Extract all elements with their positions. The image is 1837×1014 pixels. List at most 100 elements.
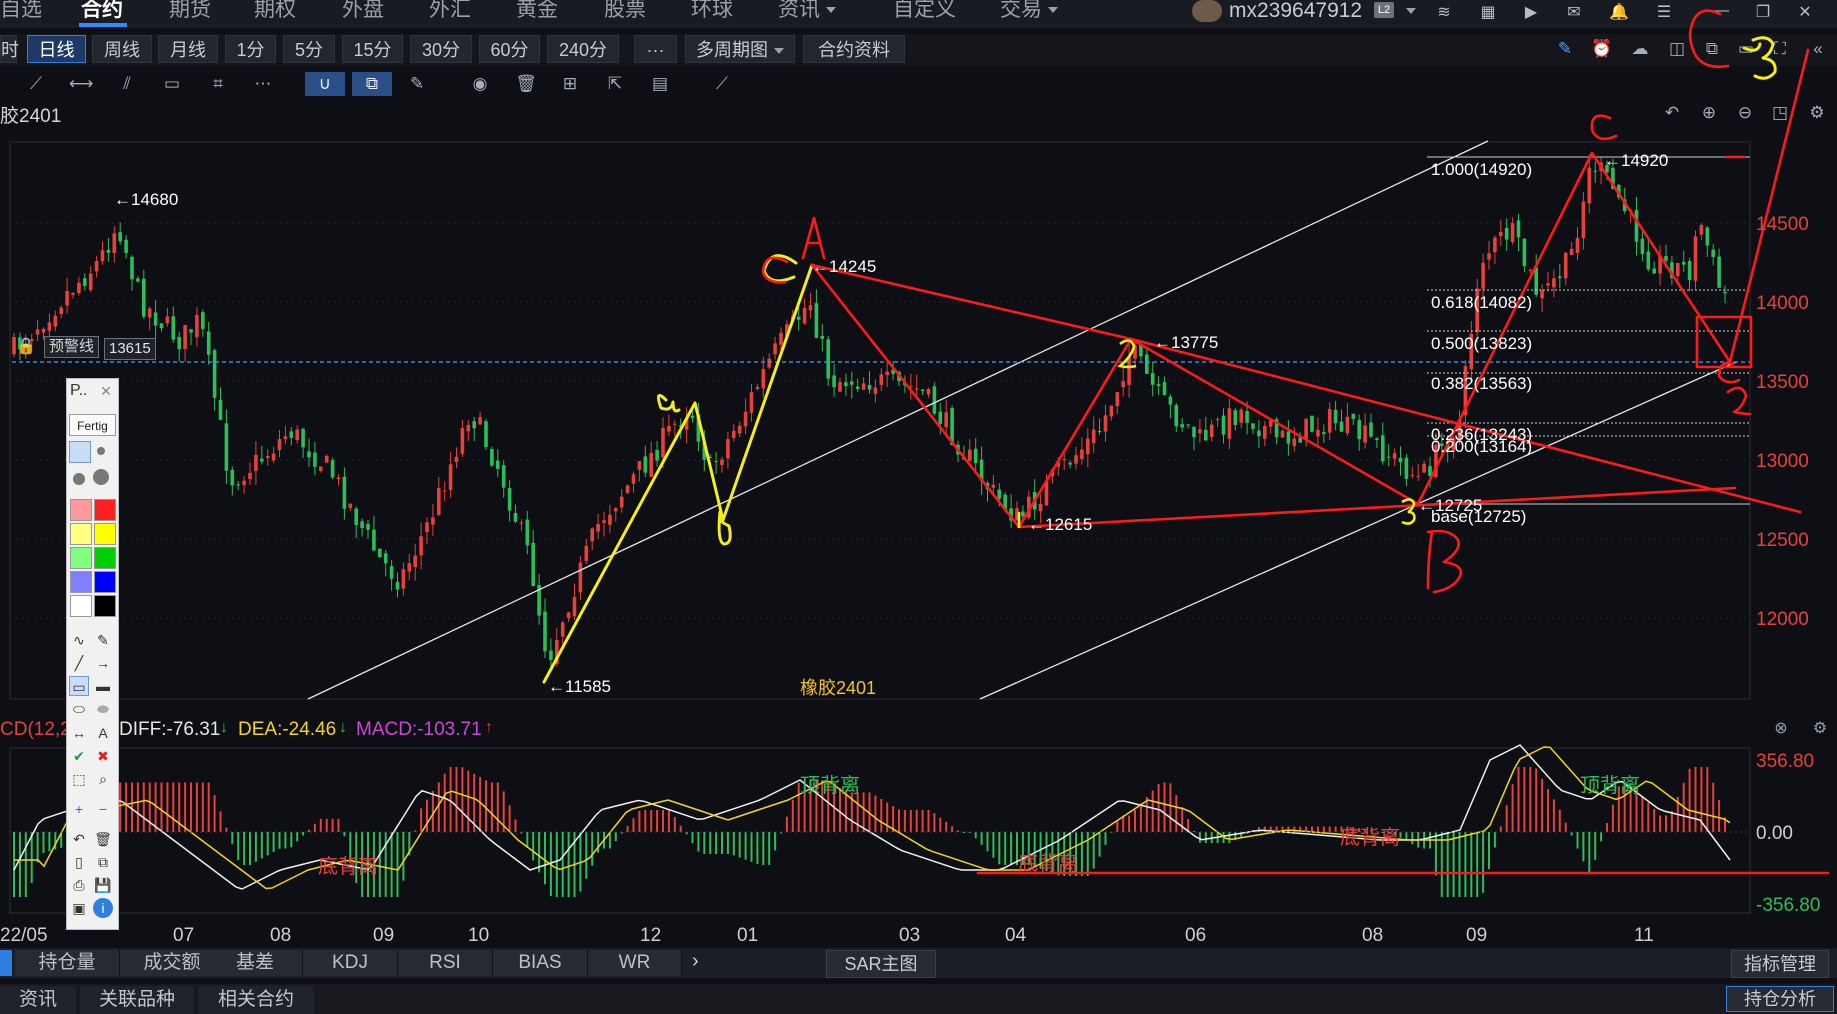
macd-bar — [266, 832, 269, 856]
price-tick-label: 14500 — [1756, 214, 1809, 235]
macd-bar — [909, 810, 912, 832]
macd-bar — [508, 805, 511, 832]
macd-bar — [390, 832, 393, 897]
candle-body — [519, 522, 524, 524]
yellow-wave-drawing[interactable] — [542, 36, 1777, 684]
macd-bar — [1552, 799, 1555, 832]
candle-body — [354, 508, 358, 526]
candle-body — [1363, 425, 1367, 443]
tab-macd[interactable] — [0, 950, 13, 976]
date-tick-label: 07 — [173, 925, 194, 946]
double-arrow-icon[interactable]: ↔ — [69, 723, 89, 743]
candle-body — [850, 381, 854, 385]
candle-body — [1575, 237, 1580, 253]
candle-body — [1481, 262, 1485, 289]
date-tick-label: 22/05 — [0, 925, 48, 946]
close-icon[interactable]: ✕ — [97, 383, 115, 401]
tab-open-interest[interactable]: 持仓量 — [15, 950, 120, 976]
tab-news[interactable]: 资讯 — [0, 986, 76, 1014]
pen-color-swatch[interactable] — [70, 595, 92, 617]
text-icon[interactable]: A — [93, 723, 113, 743]
position-analysis-button[interactable]: 持仓分析 — [1726, 986, 1834, 1012]
plus-icon[interactable]: + — [69, 799, 89, 819]
arrow-right-icon[interactable]: → — [93, 653, 113, 673]
tab-kdj[interactable]: KDJ — [303, 950, 398, 976]
macd-bar — [396, 832, 399, 897]
save-icon[interactable]: 💾 — [93, 875, 113, 895]
undo-icon[interactable]: ↶ — [69, 829, 89, 849]
candle-body — [348, 503, 353, 508]
pen-size-medium[interactable] — [97, 447, 105, 455]
info-icon[interactable]: i — [93, 898, 113, 918]
print-icon[interactable]: ⎙ — [69, 875, 89, 895]
ellipse-icon[interactable]: ⬭ — [69, 699, 89, 719]
candle-body — [189, 329, 193, 333]
candle-body — [1209, 424, 1214, 437]
macd-bar — [561, 832, 564, 897]
alert-line-label[interactable]: 预警线 — [44, 336, 100, 358]
indicator-settings-icon[interactable]: ⚙ — [1810, 718, 1830, 738]
candle-body — [466, 425, 471, 432]
candle-body — [761, 369, 766, 389]
copy-icon[interactable]: ⧉ — [93, 852, 113, 872]
new-page-icon[interactable]: ▯ — [69, 852, 89, 872]
candle-body — [236, 484, 240, 486]
pen-color-swatch[interactable] — [94, 499, 116, 521]
pen-size-small[interactable] — [69, 441, 91, 463]
pen-color-swatch[interactable] — [94, 571, 116, 593]
pen-tool-panel[interactable]: P.. ✕ Fertig ∿ ✎ ╱ → ▭ ▬ ⬭ ⬬ ↔ A ✔ ✖ ⬚ ⌕… — [66, 378, 119, 930]
candle-body — [1558, 276, 1562, 279]
macd-bar — [331, 818, 334, 832]
pen-color-swatch[interactable] — [70, 571, 92, 593]
candle-body — [1404, 457, 1409, 479]
close-indicator-icon[interactable]: ⊗ — [1771, 718, 1791, 738]
chevron-right-icon[interactable]: › — [692, 950, 699, 973]
eraser-icon[interactable]: ✎ — [93, 630, 113, 650]
filled-rectangle-icon[interactable]: ▬ — [93, 676, 113, 696]
lock-icon[interactable]: 🔒 — [16, 336, 36, 356]
tab-basis[interactable]: 基差 — [208, 950, 303, 976]
line-icon[interactable]: ╱ — [69, 653, 89, 673]
tab-related-contracts[interactable]: 相关合约 — [198, 986, 314, 1014]
pen-color-swatch[interactable] — [70, 523, 92, 545]
image-icon[interactable]: ▣ — [69, 898, 89, 918]
tab-wr[interactable]: WR — [588, 950, 682, 976]
pen-size-large[interactable] — [73, 473, 85, 485]
indicator-manage-button[interactable]: 指标管理 — [1731, 950, 1829, 978]
zoom-icon[interactable]: ⌕ — [93, 769, 113, 789]
freehand-icon[interactable]: ∿ — [69, 630, 89, 650]
macd-bar — [219, 811, 222, 832]
trash-icon[interactable]: 🗑 — [93, 829, 113, 849]
cross-icon[interactable]: ✖ — [93, 746, 113, 766]
check-icon[interactable]: ✔ — [69, 746, 89, 766]
select-icon[interactable]: ⬚ — [69, 769, 89, 789]
macd-bar — [1606, 823, 1608, 832]
pen-color-swatch[interactable] — [94, 595, 116, 617]
sar-main-chart-button[interactable]: SAR主图 — [826, 950, 936, 978]
macd-bar — [656, 810, 659, 832]
candle-body — [147, 308, 152, 318]
filled-ellipse-icon[interactable]: ⬬ — [93, 699, 113, 719]
rectangle-icon[interactable]: ▭ — [69, 676, 89, 696]
candle-body — [1038, 503, 1043, 512]
tab-rsi[interactable]: RSI — [398, 950, 493, 976]
kline-chart[interactable]: 14500 14000 13500 13000 12500 12000 22/05 07 08 0… — [0, 0, 1837, 948]
candle-body — [206, 331, 211, 355]
pen-color-swatch[interactable] — [94, 547, 116, 569]
done-button[interactable]: Fertig — [69, 414, 116, 436]
tab-bias[interactable]: BIAS — [493, 950, 588, 976]
macd-bar — [1541, 778, 1544, 832]
pen-color-swatch[interactable] — [94, 523, 116, 545]
alert-value[interactable]: 13615 — [104, 338, 156, 360]
pen-color-swatch[interactable] — [70, 499, 92, 521]
channel-line-lower[interactable] — [979, 361, 1737, 700]
pen-size-xlarge[interactable] — [93, 469, 109, 485]
macd-bar — [272, 832, 275, 853]
candle-body — [1581, 201, 1586, 239]
macd-bar — [1511, 784, 1514, 832]
pen-color-swatch[interactable] — [70, 547, 92, 569]
minus-icon[interactable]: − — [93, 799, 113, 819]
macd-bar — [467, 770, 470, 832]
candle-body — [885, 371, 889, 376]
tab-related-products[interactable]: 关联品种 — [80, 986, 194, 1014]
